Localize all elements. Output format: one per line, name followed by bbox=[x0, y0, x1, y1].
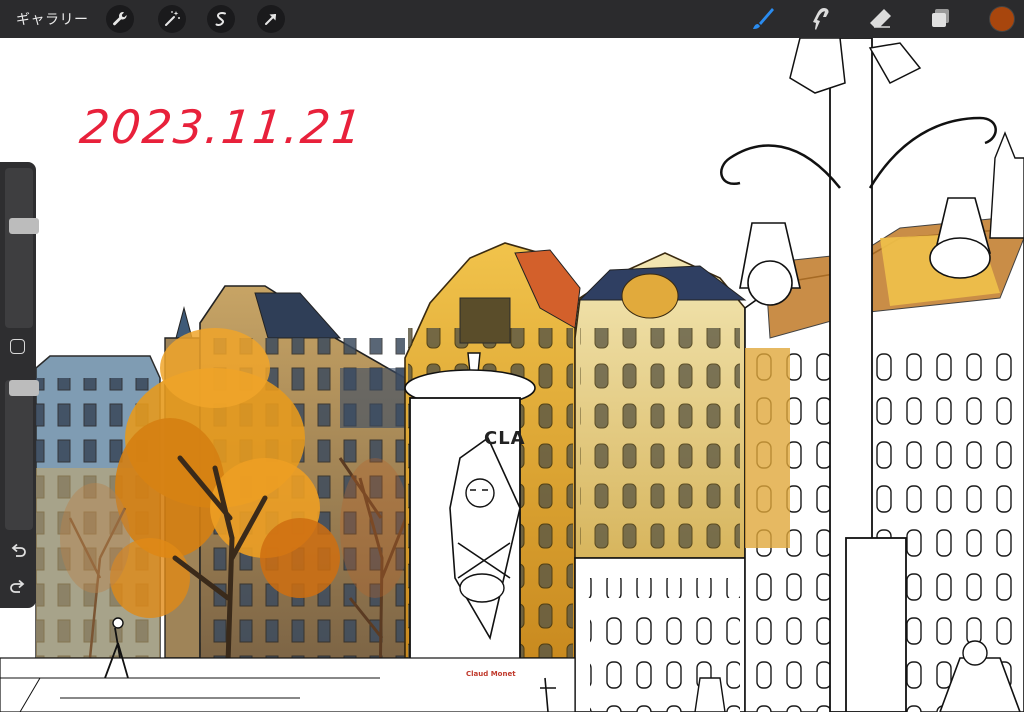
top-toolbar: ギャラリー bbox=[0, 0, 1024, 38]
modify-button[interactable] bbox=[10, 339, 25, 354]
layers-tool-button[interactable] bbox=[926, 5, 956, 33]
wrench-icon bbox=[113, 12, 127, 26]
actions-button[interactable] bbox=[106, 5, 134, 33]
left-sidebar bbox=[0, 162, 39, 608]
drawing-canvas[interactable]: 2023.11.21 CLA Claud Monet bbox=[0, 38, 1024, 712]
poster-signature: Claud Monet bbox=[466, 670, 516, 678]
undo-icon bbox=[11, 543, 26, 557]
adjustments-button[interactable] bbox=[158, 5, 186, 33]
undo-button[interactable] bbox=[8, 542, 28, 562]
transform-button[interactable] bbox=[257, 5, 285, 33]
brush-size-handle[interactable] bbox=[9, 218, 39, 234]
brush-icon bbox=[753, 8, 774, 29]
building-cream bbox=[574, 252, 747, 559]
layers-icon bbox=[932, 9, 949, 27]
eraser-tool-button[interactable] bbox=[866, 5, 896, 33]
brush-size-slider[interactable] bbox=[5, 168, 39, 328]
eraser-icon bbox=[870, 9, 891, 28]
selection-icon bbox=[215, 12, 226, 26]
smudge-icon bbox=[813, 8, 829, 30]
handwritten-date: 2023.11.21 bbox=[77, 100, 367, 154]
column-poster-text: CLA bbox=[484, 428, 526, 449]
smudge-tool-button[interactable] bbox=[806, 5, 836, 33]
opacity-handle[interactable] bbox=[9, 380, 39, 396]
opacity-slider[interactable] bbox=[5, 380, 39, 530]
redo-button[interactable] bbox=[8, 578, 28, 598]
selection-button[interactable] bbox=[207, 5, 235, 33]
magic-wand-icon bbox=[165, 11, 180, 26]
gallery-button[interactable]: ギャラリー bbox=[16, 9, 89, 29]
redo-icon bbox=[10, 579, 25, 593]
transform-arrow-icon bbox=[265, 14, 276, 25]
brush-tool-button[interactable] bbox=[748, 5, 778, 33]
color-picker-button[interactable] bbox=[990, 7, 1014, 31]
